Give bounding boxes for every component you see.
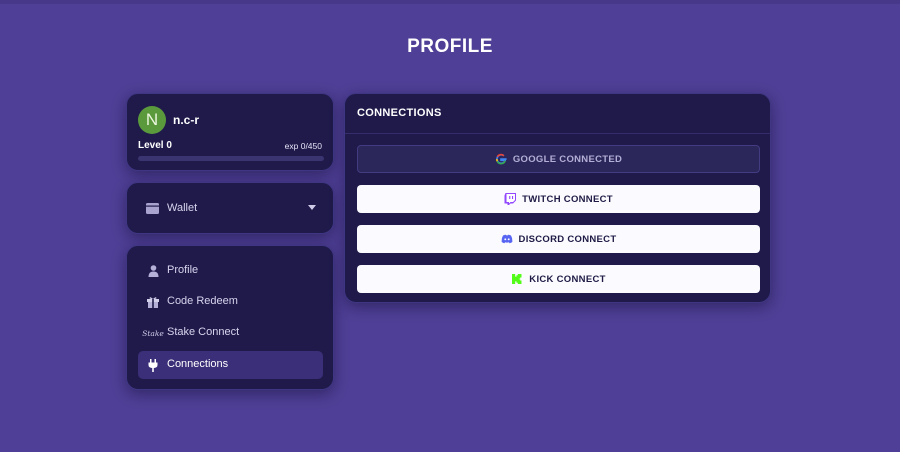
nav-label-connections: Connections: [167, 358, 229, 370]
connections-header: CONNECTIONS: [345, 94, 770, 134]
nav-item-code-redeem[interactable]: Code Redeem: [138, 288, 323, 316]
nav-label-code-redeem: Code Redeem: [167, 295, 238, 307]
nav-label-stake-connect: Stake Connect: [167, 326, 240, 338]
connections-title: CONNECTIONS: [357, 107, 442, 119]
google-connected-button[interactable]: GOOGLE CONNECTED: [357, 145, 760, 173]
discord-connect-button[interactable]: DISCORD CONNECT: [357, 225, 760, 253]
exp-label: exp 0/450: [284, 141, 322, 151]
nav-item-profile[interactable]: Profile: [138, 257, 323, 285]
connections-panel: CONNECTIONS GOOGLE CONNECTED TWITCH CONN…: [344, 93, 771, 303]
nav-item-connections[interactable]: Connections: [138, 351, 323, 379]
kick-button-label: KICK CONNECT: [529, 273, 606, 285]
level-label: Level 0: [138, 140, 172, 151]
gift-icon: [146, 295, 160, 309]
kick-icon: [512, 274, 522, 284]
stake-logo-icon: Stake: [142, 326, 164, 340]
wallet-icon: [146, 203, 159, 214]
profile-nav: Profile Code Redeem Stake Stake Connect …: [126, 245, 334, 390]
plug-icon: [146, 358, 160, 372]
wallet-label: Wallet: [167, 202, 198, 214]
nav-label-profile: Profile: [167, 264, 199, 276]
chevron-down-icon[interactable]: [308, 205, 316, 210]
twitch-connect-button[interactable]: TWITCH CONNECT: [357, 185, 760, 213]
google-icon: [495, 153, 507, 165]
username: n.c-r: [173, 113, 200, 127]
google-button-label: GOOGLE CONNECTED: [512, 153, 623, 165]
discord-icon: [501, 234, 512, 244]
discord-button-label: DISCORD CONNECT: [518, 233, 617, 245]
wallet-dropdown[interactable]: Wallet: [126, 182, 334, 234]
top-edge: [0, 0, 900, 4]
page-title: PROFILE: [407, 36, 493, 57]
user-icon: [146, 264, 160, 278]
exp-progress-bar: [138, 156, 324, 161]
user-card: N n.c-r Level 0 exp 0/450: [126, 93, 334, 171]
nav-item-stake-connect[interactable]: Stake Stake Connect: [138, 319, 323, 347]
twitch-button-label: TWITCH CONNECT: [522, 193, 613, 205]
twitch-icon: [504, 193, 517, 205]
avatar[interactable]: N: [138, 106, 166, 134]
stake-logo-text: Stake: [142, 328, 164, 338]
kick-connect-button[interactable]: KICK CONNECT: [357, 265, 760, 293]
